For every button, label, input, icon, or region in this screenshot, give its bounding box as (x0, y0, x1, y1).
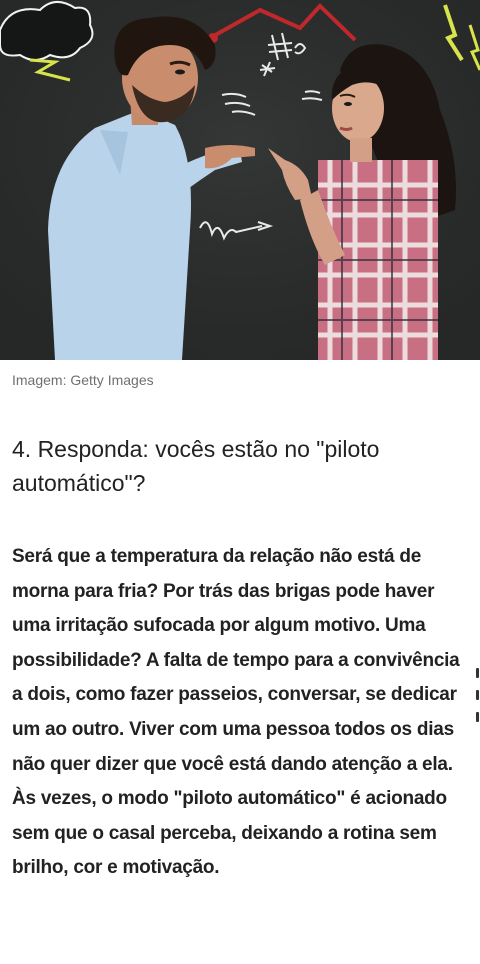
scroll-indicator[interactable] (476, 668, 480, 748)
couple-arguing-illustration (0, 0, 480, 360)
article-paragraph: Será que a temperatura da relação não es… (12, 546, 460, 879)
section-heading: 4. Responda: vocês estão no "piloto auto… (12, 436, 380, 496)
article-photo (0, 0, 480, 360)
image-caption: Imagem: Getty Images (12, 372, 154, 388)
